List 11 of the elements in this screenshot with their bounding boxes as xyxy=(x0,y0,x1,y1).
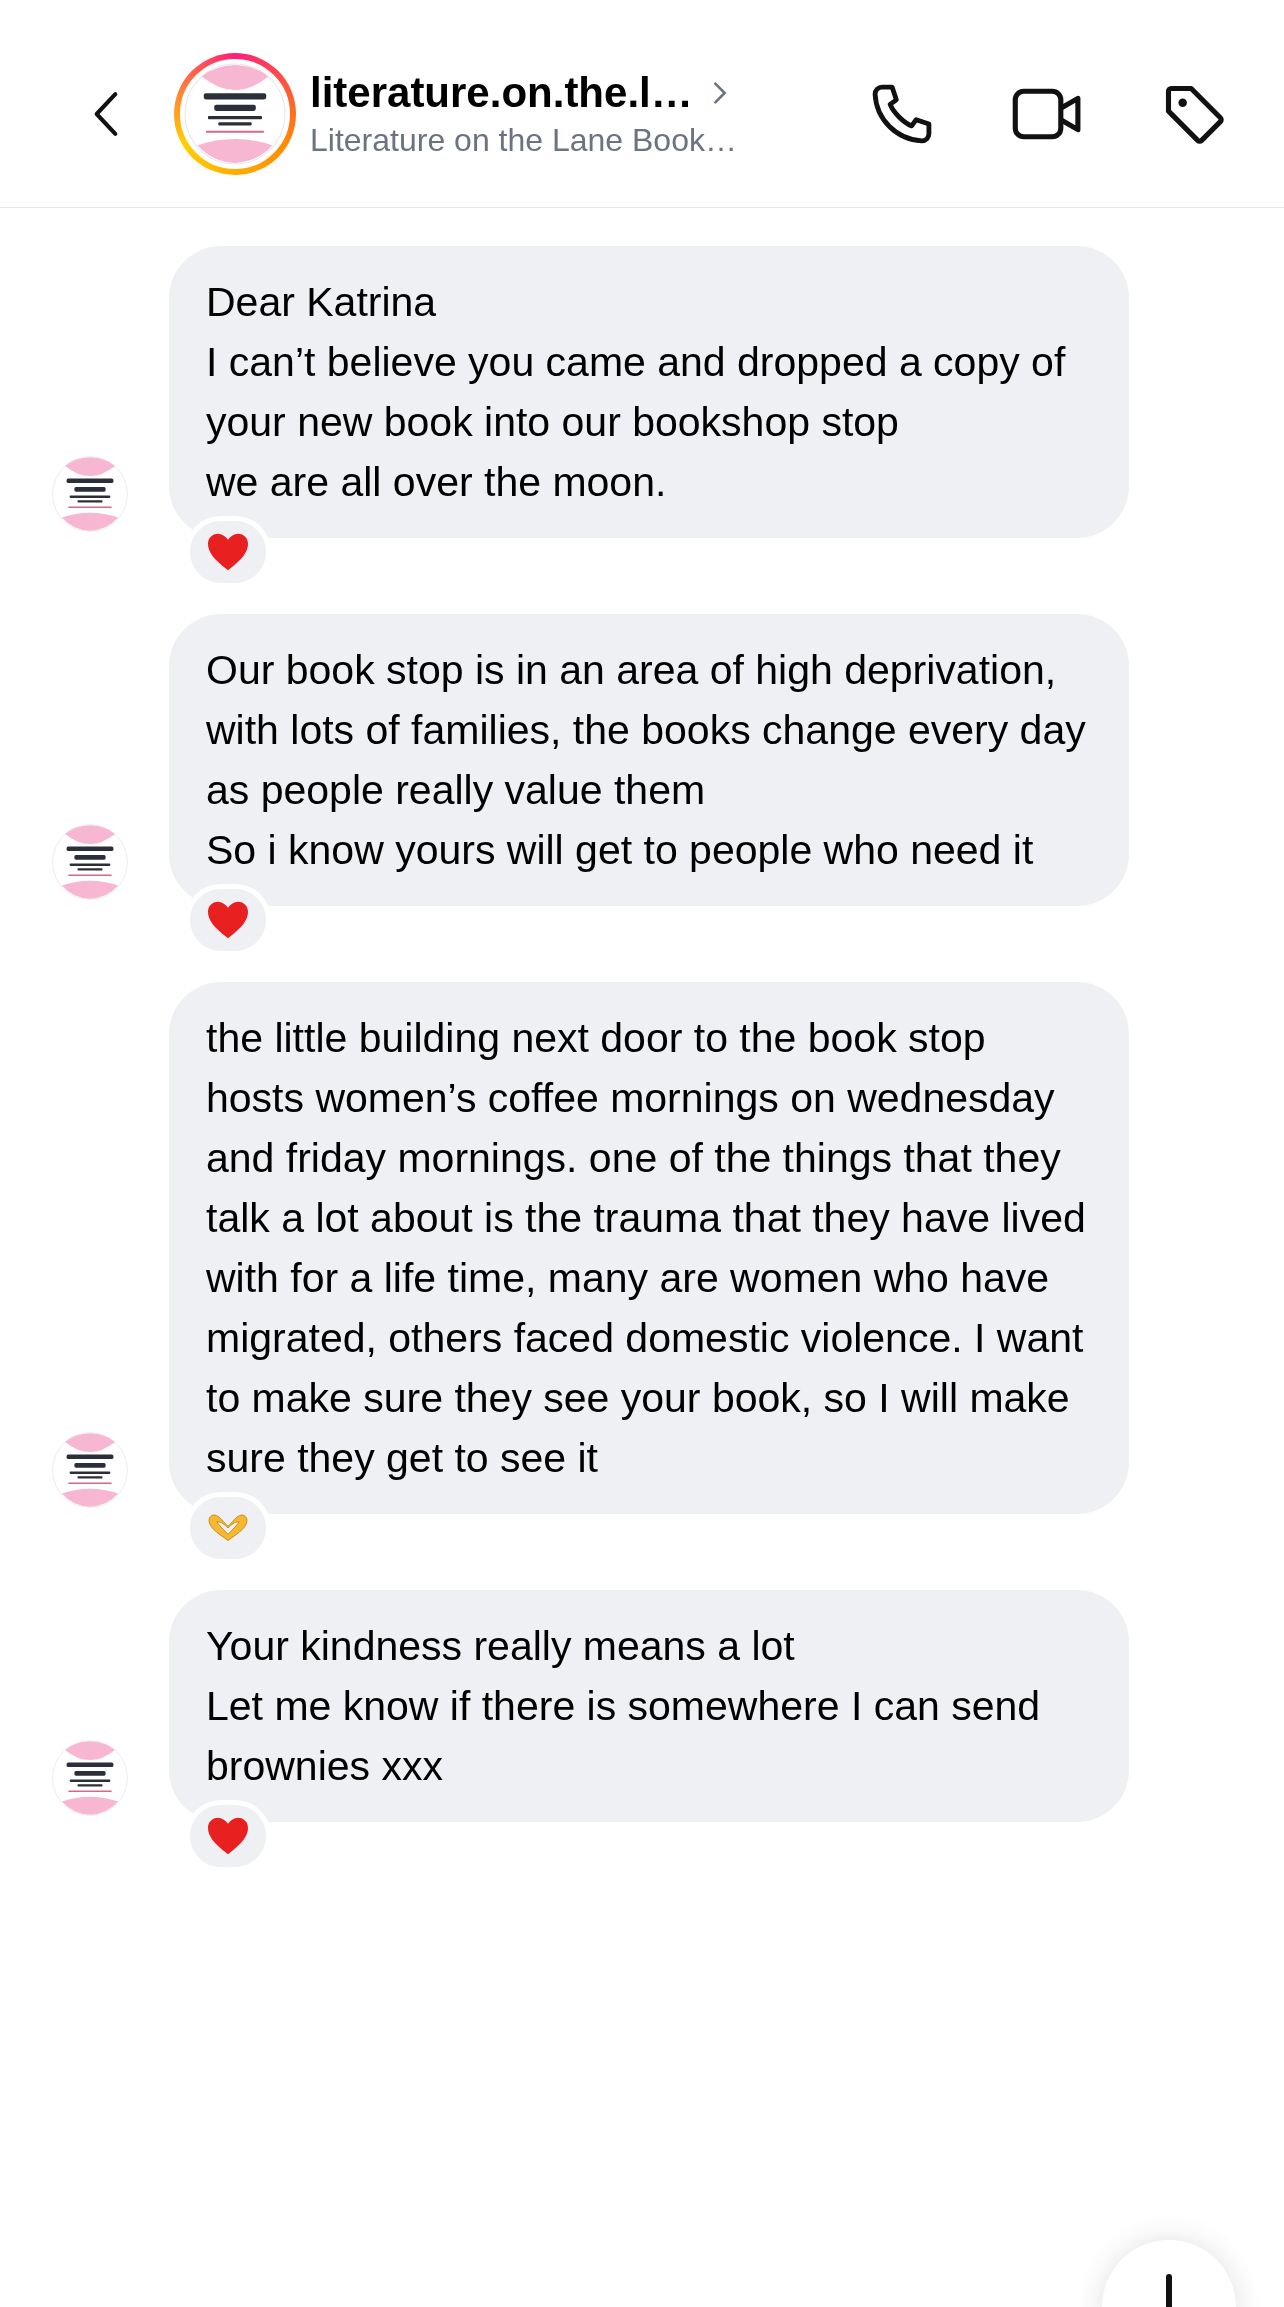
username[interactable]: literature.on.the.l… xyxy=(310,66,693,119)
message-bubble: Our book stop is in an area of high deprivation, with lots of families, the books change every day as people really value them So i know yours will get to people who need it xyxy=(169,614,1129,906)
heart-hands-icon xyxy=(206,1512,250,1544)
message-bubble: Dear Katrina I can’t believe you came and dropped a copy of your new book into our bookshop stop we are all over the moon. xyxy=(169,246,1129,538)
heart-icon xyxy=(206,1816,250,1856)
account-subtitle: Literature on the Lane Book… xyxy=(310,120,737,160)
message-bubble: Your kindness really means a lot Let me know if there is somewhere I can send brownies xxx xyxy=(169,1590,1129,1822)
chevron-right-icon xyxy=(712,79,727,106)
heart-icon xyxy=(206,900,250,940)
message-bubble: the little building next door to the book stop hosts women’s coffee mornings on wednesday and friday mornings. one of the things that they talk a lot about is the trauma that they have lived with for a life time, many are women who have migrated, others faced domestic violence. I want to make sure they see your book, so I will make sure they get to see it xyxy=(169,982,1129,1514)
heart-icon xyxy=(206,532,250,572)
